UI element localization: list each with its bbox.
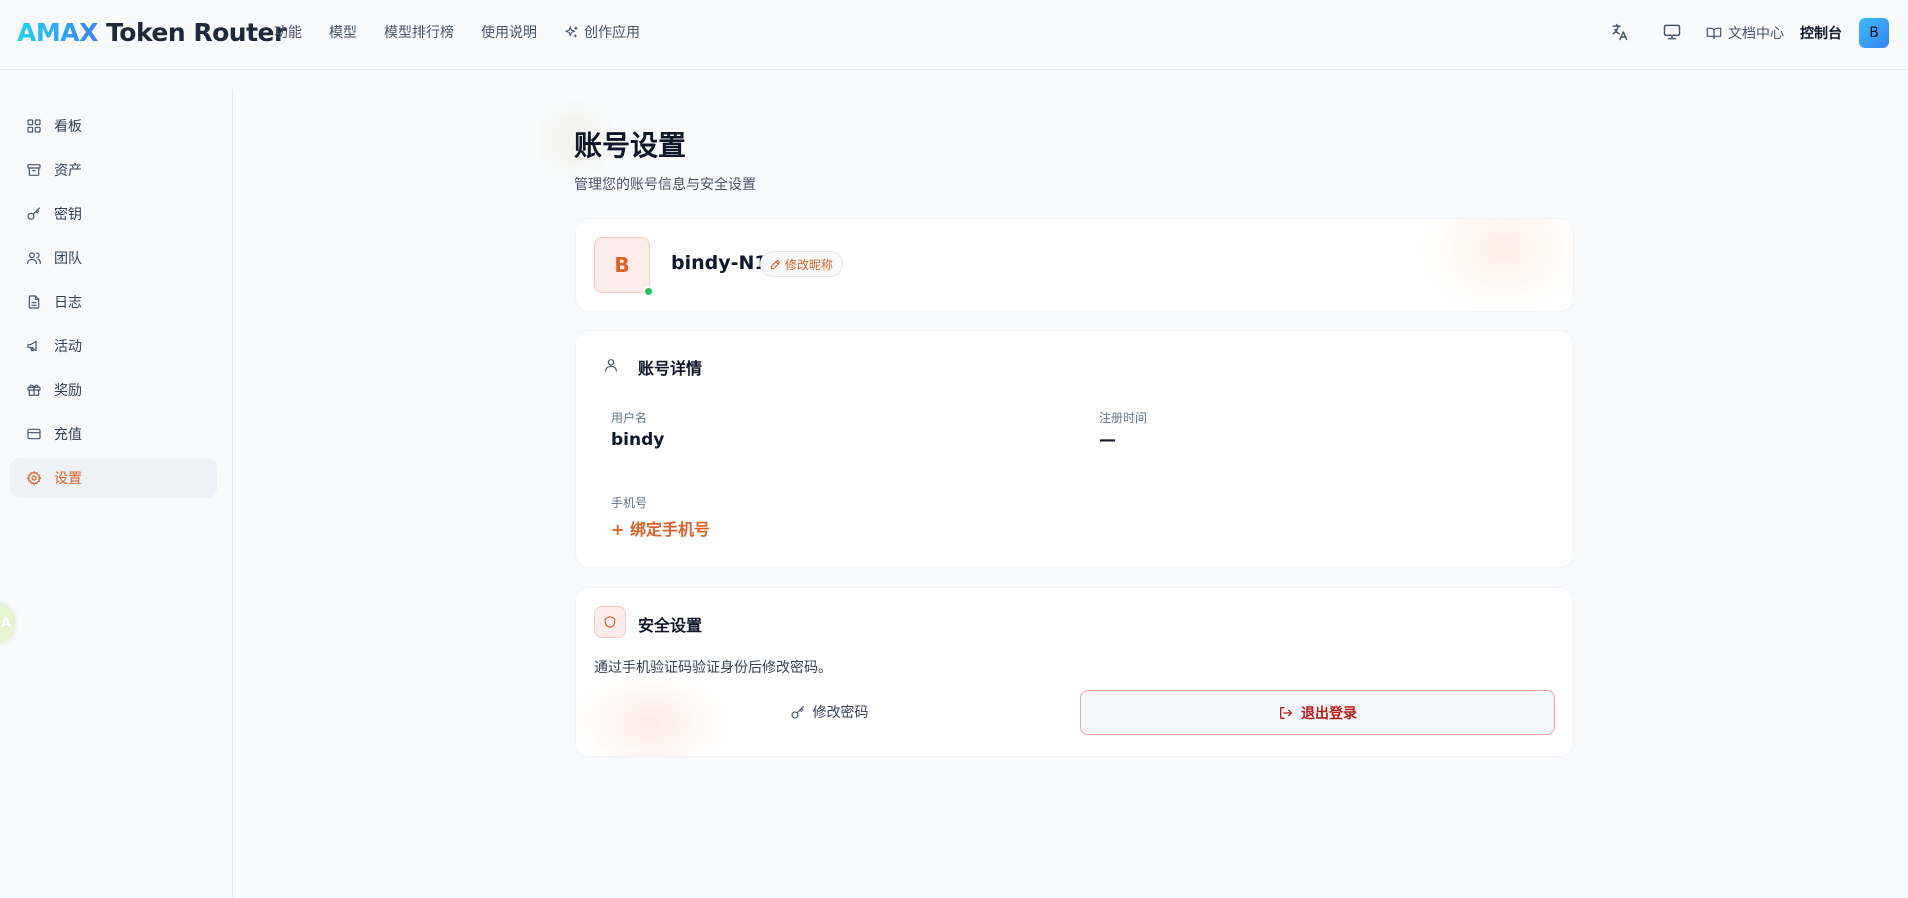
card-decoration <box>1413 219 1573 311</box>
sidebar-item-assets[interactable]: 资产 <box>10 150 217 190</box>
dashboard-grid-icon <box>26 118 54 134</box>
nav-label: 创作应用 <box>584 25 640 41</box>
phone-label: 手机号 <box>611 496 648 510</box>
edit-nickname-label: 修改昵称 <box>785 257 834 272</box>
users-icon <box>26 250 54 266</box>
sidebar-item-dashboard[interactable]: 看板 <box>10 106 217 146</box>
username-label: 用户名 <box>611 411 648 425</box>
user-icon <box>603 357 619 373</box>
logout-button[interactable]: 退出登录 <box>1080 690 1555 735</box>
nav-label: 模型 <box>329 25 357 41</box>
sidebar-item-label: 密钥 <box>54 207 82 223</box>
nav-item-creative-apps[interactable]: 创作应用 <box>564 22 640 42</box>
profile-nickname: bindy-N1 <box>671 252 768 274</box>
edit-nickname-button[interactable]: 修改昵称 <box>760 251 844 277</box>
sidebar-item-label: 看板 <box>54 119 82 135</box>
sidebar-item-activities[interactable]: 活动 <box>10 326 217 366</box>
logout-icon <box>1278 705 1301 721</box>
main-nav: 功能 模型 模型排行榜 使用说明 创作应用 <box>274 0 667 64</box>
sidebar-item-keys[interactable]: 密钥 <box>10 194 217 234</box>
sidebar-item-rewards[interactable]: 奖励 <box>10 370 217 410</box>
nav-item-features[interactable]: 功能 <box>274 22 302 42</box>
sidebar-item-settings[interactable]: 设置 <box>10 458 217 498</box>
nav-item-leaderboard[interactable]: 模型排行榜 <box>384 22 454 42</box>
nav-item-guide[interactable]: 使用说明 <box>481 22 537 42</box>
sidebar-item-label: 活动 <box>54 339 82 355</box>
account-details-card: 账号详情 用户名 bindy 注册时间 — 手机号 + 绑定手机号 <box>575 330 1574 568</box>
pencil-icon <box>770 259 785 270</box>
sidebar-item-team[interactable]: 团队 <box>10 238 217 278</box>
online-status-dot <box>643 286 654 297</box>
sidebar-item-label: 日志 <box>54 295 82 311</box>
shield-icon <box>594 606 626 638</box>
page-title: 账号设置 <box>574 129 687 162</box>
docs-label: 文档中心 <box>1728 26 1784 42</box>
sparkles-icon <box>564 25 584 40</box>
archive-box-icon <box>26 162 54 178</box>
nav-item-models[interactable]: 模型 <box>329 22 357 42</box>
sidebar-item-label: 设置 <box>54 471 82 487</box>
megaphone-icon <box>26 338 54 354</box>
monitor-icon[interactable] <box>1662 22 1682 42</box>
console-link[interactable]: 控制台 <box>1800 23 1842 43</box>
brand-name: Token Router <box>97 18 286 47</box>
security-settings-title: 安全设置 <box>638 616 703 635</box>
gift-icon <box>26 382 54 398</box>
profile-card: B bindy-N1 修改昵称 <box>575 218 1574 312</box>
brand-amax: AMAX <box>17 18 98 47</box>
key-icon <box>790 704 813 720</box>
change-password-button[interactable]: 修改密码 <box>594 690 1064 734</box>
sidebar-item-label: 资产 <box>54 163 82 179</box>
gear-icon <box>26 470 54 486</box>
security-settings-card: 安全设置 通过手机验证码验证身份后修改密码。 修改密码 退出登录 <box>575 587 1574 757</box>
account-details-title: 账号详情 <box>638 359 703 378</box>
nav-label: 功能 <box>274 25 302 41</box>
credit-card-icon <box>26 426 54 442</box>
nav-label: 使用说明 <box>481 25 537 41</box>
docs-center-link[interactable]: 文档中心 <box>1706 23 1784 43</box>
key-icon <box>26 206 54 222</box>
registered-time-value: — <box>1099 430 1116 450</box>
page-subtitle: 管理您的账号信息与安全设置 <box>574 177 756 193</box>
document-icon <box>26 294 54 310</box>
security-description: 通过手机验证码验证身份后修改密码。 <box>594 660 832 676</box>
sidebar: 看板 资产 密钥 团队 日志 活动 奖励 充值 设置 <box>0 89 233 898</box>
brand-logo[interactable]: AMAX Token Router <box>17 18 286 47</box>
logout-label: 退出登录 <box>1301 705 1357 722</box>
sidebar-item-logs[interactable]: 日志 <box>10 282 217 322</box>
translate-icon[interactable] <box>1610 22 1630 42</box>
change-password-label: 修改密码 <box>812 705 869 721</box>
sidebar-item-label: 奖励 <box>54 383 82 399</box>
top-header: AMAX Token Router 功能 模型 模型排行榜 使用说明 创作应用 <box>0 0 1908 70</box>
book-open-icon <box>1706 25 1728 41</box>
nav-label: 模型排行榜 <box>384 25 454 41</box>
sidebar-item-label: 团队 <box>54 251 82 267</box>
sidebar-item-recharge[interactable]: 充值 <box>10 414 217 454</box>
profile-avatar: B <box>594 237 650 293</box>
bind-phone-button[interactable]: + 绑定手机号 <box>611 516 710 540</box>
user-avatar[interactable]: B <box>1859 18 1889 48</box>
sidebar-item-label: 充值 <box>54 427 82 443</box>
username-value: bindy <box>611 430 665 450</box>
registered-time-label: 注册时间 <box>1099 411 1148 425</box>
